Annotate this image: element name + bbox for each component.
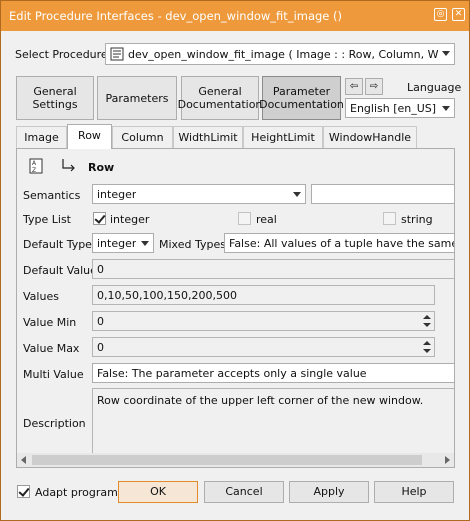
general-settings-button[interactable]: General Settings xyxy=(16,76,94,120)
spin-arrows-icon[interactable] xyxy=(421,339,433,355)
tab-row[interactable]: Row xyxy=(67,124,112,149)
svg-text:Z: Z xyxy=(32,167,36,174)
value-min-label: Value Min xyxy=(23,316,77,329)
values-text: 0,10,50,100,150,200,500 xyxy=(97,289,237,302)
mixed-types-select[interactable]: False: All values of a tuple have the sa… xyxy=(224,233,455,253)
parameters-button[interactable]: Parameters xyxy=(97,76,177,120)
help-button[interactable]: Help xyxy=(374,481,454,503)
restore-icon[interactable]: ◎ xyxy=(434,8,447,21)
value-min-text: 0 xyxy=(97,315,104,328)
default-value-field[interactable]: 0 xyxy=(92,259,454,279)
tab-heightlimit[interactable]: HeightLimit xyxy=(243,126,323,148)
values-field[interactable]: 0,10,50,100,150,200,500 xyxy=(92,285,435,305)
semantics-extra-select[interactable] xyxy=(311,184,454,204)
value-min-spinbox[interactable]: 0 xyxy=(92,311,435,331)
multi-value-select[interactable]: False: The parameter accepts only a sing… xyxy=(92,363,454,383)
description-label: Description xyxy=(23,417,86,430)
description-textarea[interactable]: Row coordinate of the upper left corner … xyxy=(92,388,454,456)
procedure-select-value: dev_open_window_fit_image ( Image : : Ro… xyxy=(128,48,438,61)
cancel-button[interactable]: Cancel xyxy=(204,481,284,503)
apply-button[interactable]: Apply xyxy=(289,481,369,503)
default-type-label: Default Type xyxy=(23,238,92,251)
default-type-select[interactable]: integer xyxy=(92,233,154,253)
type-integer-label: integer xyxy=(110,213,150,226)
ok-button[interactable]: OK xyxy=(118,481,198,503)
adapt-program-label: Adapt program xyxy=(35,486,118,499)
multi-value-label: Multi Value xyxy=(23,368,84,381)
scroll-right-icon[interactable] xyxy=(445,456,450,464)
scroll-thumb[interactable] xyxy=(32,455,422,465)
value-max-text: 0 xyxy=(97,341,104,354)
horizontal-scrollbar[interactable] xyxy=(17,453,454,467)
select-procedure-label: Select Procedure xyxy=(15,48,108,61)
arrow-left-icon[interactable]: ⇦ xyxy=(345,78,363,95)
semantics-select[interactable]: integer xyxy=(92,184,306,204)
chevron-down-icon xyxy=(442,106,450,111)
sort-icon: A Z xyxy=(29,158,43,174)
tab-image[interactable]: Image xyxy=(16,126,67,148)
tab-column[interactable]: Column xyxy=(112,126,173,148)
procedure-icon xyxy=(110,47,124,61)
description-text: Row coordinate of the upper left corner … xyxy=(97,394,424,407)
semantics-value: integer xyxy=(97,188,137,201)
parameter-name: Row xyxy=(88,161,115,174)
chevron-down-icon xyxy=(442,51,450,56)
parameter-documentation-button[interactable]: Parameter Documentation xyxy=(259,76,344,120)
adapt-program-checkbox[interactable] xyxy=(17,485,30,498)
title-bar[interactable]: Edit Procedure Interfaces - dev_open_win… xyxy=(1,1,469,31)
type-string-checkbox[interactable] xyxy=(383,212,396,225)
semantics-label: Semantics xyxy=(23,189,81,202)
type-string-label: string xyxy=(401,213,433,226)
type-real-label: real xyxy=(256,213,277,226)
default-value-text: 0 xyxy=(97,263,104,276)
mixed-types-value: False: All values of a tuple have the sa… xyxy=(229,237,455,250)
close-icon[interactable]: ✕ xyxy=(452,8,465,21)
value-max-label: Value Max xyxy=(23,342,80,355)
parameter-panel: A Z Row Semantics integer Type List inte… xyxy=(16,148,455,468)
language-select[interactable]: English [en_US] xyxy=(345,98,455,118)
chevron-down-icon xyxy=(141,241,149,246)
value-max-spinbox[interactable]: 0 xyxy=(92,337,435,357)
type-list-label: Type List xyxy=(23,213,71,226)
chevron-down-icon xyxy=(293,192,301,197)
spin-arrows-icon[interactable] xyxy=(421,313,433,329)
type-real-checkbox[interactable] xyxy=(238,212,251,225)
tab-widthlimit[interactable]: WidthLimit xyxy=(173,126,243,148)
return-arrow-icon xyxy=(62,159,75,172)
language-select-value: English [en_US] xyxy=(350,102,437,115)
mixed-types-label: Mixed Types xyxy=(159,238,226,251)
default-type-value: integer xyxy=(97,237,137,250)
multi-value-value: False: The parameter accepts only a sing… xyxy=(97,367,367,380)
scroll-left-icon[interactable] xyxy=(21,456,26,464)
dialog-window: Edit Procedure Interfaces - dev_open_win… xyxy=(0,0,470,521)
general-documentation-button[interactable]: General Documentation xyxy=(178,76,262,120)
arrow-right-icon[interactable]: ⇨ xyxy=(365,78,383,95)
values-label: Values xyxy=(23,290,59,303)
window-title: Edit Procedure Interfaces - dev_open_win… xyxy=(9,9,343,23)
language-label: Language xyxy=(407,81,462,94)
default-value-label: Default Value xyxy=(23,264,97,277)
tab-windowhandle[interactable]: WindowHandle xyxy=(323,126,417,148)
procedure-select[interactable]: dev_open_window_fit_image ( Image : : Ro… xyxy=(105,43,455,65)
type-integer-checkbox[interactable] xyxy=(93,212,106,225)
